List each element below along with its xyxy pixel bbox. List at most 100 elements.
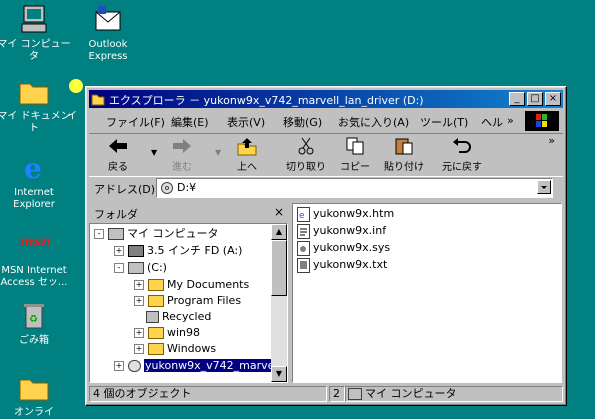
toolbar: 戻る ▼ 進む ▼ 上へ 切り取り コピー 貼り付け 元に戻す »	[89, 133, 563, 177]
folder-pane: フォルダ × - マイ コンピュータ +3.5 インチ FD (A:) - (C:)…	[89, 203, 288, 383]
desktop-icon-outlook-express[interactable]: Outlook Express	[69, 4, 147, 63]
tree-item-floppy[interactable]: +3.5 インチ FD (A:)	[114, 243, 242, 259]
cut-label: 切り取り	[286, 162, 326, 173]
maximize-button[interactable]: □	[527, 92, 543, 106]
desktop-icon-recycle-bin[interactable]: ♻ ごみ箱	[0, 300, 73, 347]
chevron-down-icon	[541, 186, 547, 189]
folder-icon	[148, 295, 164, 307]
scroll-up-button[interactable]: ▲	[271, 224, 287, 240]
expand-toggle[interactable]: +	[134, 280, 144, 290]
file-list-pane: e yukonw9x.htm yukonw9x.inf yukonw9x.sys …	[292, 203, 562, 383]
tree-item-cd-drive[interactable]: + yukonw9x_v742_marvell	[114, 358, 282, 374]
my-computer-icon	[348, 388, 362, 400]
menu-go[interactable]: 移動(G)	[283, 114, 322, 130]
copy-icon	[344, 136, 366, 156]
tree-item-drive-c[interactable]: - (C:)	[114, 260, 167, 276]
expand-toggle[interactable]: +	[134, 344, 144, 354]
file-item[interactable]: yukonw9x.txt	[297, 257, 387, 273]
msn-icon: msn	[18, 230, 51, 262]
menu-bar: ファイル(F) 編集(E) 表示(V) 移動(G) お気に入り(A) ツール(T…	[89, 110, 563, 132]
html-file-icon: e	[297, 206, 310, 222]
desktop-icon-my-computer[interactable]: マイ コンピュータ	[0, 4, 73, 63]
status-location-label: マイ コンピュータ	[365, 387, 457, 400]
forward-label: 進む	[172, 162, 192, 173]
forward-dropdown-icon[interactable]: ▼	[215, 148, 221, 157]
back-button[interactable]: 戻る	[107, 136, 129, 173]
folder-tree-scrollbar[interactable]: ▲ ▼	[271, 224, 287, 382]
tree-item-windows[interactable]: + Windows	[134, 341, 216, 357]
address-label: アドレス(D)	[94, 183, 156, 196]
expand-toggle[interactable]: +	[134, 328, 144, 338]
expand-toggle[interactable]: +	[114, 361, 124, 371]
menu-view[interactable]: 表示(V)	[227, 114, 265, 130]
menu-file[interactable]: ファイル(F)	[106, 114, 165, 130]
desktop-icon-label: Outlook Express	[88, 39, 128, 62]
svg-text:e: e	[299, 211, 305, 221]
file-name: yukonw9x.txt	[313, 258, 388, 271]
status-size: 2	[329, 386, 345, 402]
copy-button[interactable]: コピー	[340, 136, 370, 173]
folder-icon	[148, 327, 164, 339]
status-bar: 4 個のオブジェクト 2 マイ コンピュータ	[89, 386, 563, 402]
status-location: マイ コンピュータ	[345, 386, 563, 402]
back-label: 戻る	[108, 162, 128, 173]
paste-icon	[393, 136, 415, 156]
menu-favorites[interactable]: お気に入り(A)	[338, 114, 409, 130]
up-button[interactable]: 上へ	[236, 136, 258, 173]
file-name: yukonw9x.sys	[313, 241, 391, 254]
minimize-button[interactable]: _	[509, 92, 525, 106]
undo-button[interactable]: 元に戻す	[442, 136, 482, 173]
sys-file-icon	[297, 240, 310, 256]
desktop-icon-online[interactable]: オンライ	[0, 372, 73, 419]
my-computer-icon	[108, 228, 124, 240]
scroll-down-button[interactable]: ▼	[271, 366, 287, 382]
svg-text:msn: msn	[20, 235, 50, 250]
desktop-icon-internet-explorer[interactable]: e Internet Explorer	[0, 152, 73, 211]
up-folder-icon	[236, 136, 258, 156]
menu-overflow-chevron[interactable]: »	[507, 114, 514, 127]
scroll-thumb[interactable]	[271, 240, 287, 296]
back-dropdown-icon[interactable]: ▼	[151, 148, 157, 157]
cut-button[interactable]: 切り取り	[286, 136, 326, 173]
folder-pane-close-button[interactable]: ×	[274, 205, 284, 219]
tree-item-my-documents[interactable]: + My Documents	[134, 277, 249, 293]
paste-button[interactable]: 貼り付け	[384, 136, 424, 173]
file-item[interactable]: yukonw9x.sys	[297, 240, 390, 256]
internet-explorer-icon: e	[18, 152, 50, 185]
expand-toggle[interactable]: +	[114, 246, 124, 256]
file-name: yukonw9x.htm	[313, 207, 395, 220]
desktop-icon-msn[interactable]: msn MSN Internet Access セッ...	[0, 230, 73, 289]
svg-text:♻: ♻	[29, 314, 38, 325]
tree-item-label: Windows	[167, 342, 217, 355]
menu-edit[interactable]: 編集(E)	[171, 114, 209, 130]
collapse-toggle[interactable]: -	[94, 229, 104, 239]
title-bar[interactable]: エクスプローラ － yukonw9x_v742_marvell_lan_driv…	[89, 90, 563, 108]
recycle-icon	[146, 311, 159, 323]
tree-item-program-files[interactable]: + Program Files	[134, 293, 241, 309]
expand-toggle[interactable]: +	[134, 296, 144, 306]
tree-item-label: yukonw9x_v742_marvell	[144, 359, 282, 372]
explorer-icon[interactable]	[91, 92, 105, 106]
address-bar: アドレス(D) D:¥	[89, 176, 563, 200]
tree-item-my-computer[interactable]: - マイ コンピュータ	[94, 226, 219, 242]
tree-item-label: マイ コンピュータ	[127, 227, 219, 240]
menu-tools[interactable]: ツール(T)	[420, 114, 468, 130]
file-name: yukonw9x.inf	[313, 224, 387, 237]
tree-item-recycled[interactable]: Recycled	[146, 309, 211, 325]
forward-button[interactable]: 進む	[171, 136, 193, 173]
copy-label: コピー	[340, 162, 370, 173]
computer-icon	[18, 4, 50, 36]
close-button[interactable]: ×	[545, 92, 561, 106]
address-dropdown-button[interactable]	[537, 180, 551, 194]
paste-label: 貼り付け	[384, 162, 424, 173]
tree-item-label: My Documents	[167, 278, 250, 291]
menu-help[interactable]: ヘル	[481, 114, 503, 130]
file-item[interactable]: e yukonw9x.htm	[297, 206, 394, 222]
toolbar-overflow-chevron[interactable]: »	[548, 134, 555, 147]
desktop-icon-label: MSN Internet Access セッ...	[0, 265, 68, 288]
collapse-toggle[interactable]: -	[114, 263, 124, 273]
file-item[interactable]: yukonw9x.inf	[297, 223, 386, 239]
undo-label: 元に戻す	[442, 162, 482, 173]
address-input[interactable]: D:¥	[156, 178, 553, 198]
tree-item-win98[interactable]: + win98	[134, 325, 200, 341]
